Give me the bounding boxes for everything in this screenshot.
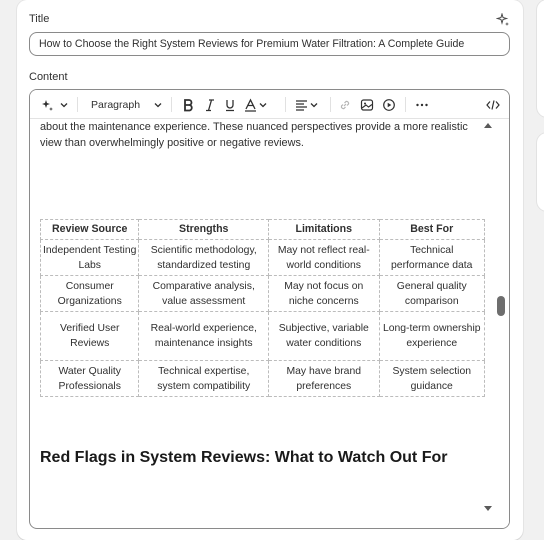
bold-button[interactable]	[182, 96, 194, 113]
toolbar-divider	[171, 97, 172, 112]
table-header-cell: Review Source	[39, 219, 140, 240]
editor-content[interactable]: about the maintenance experience. These …	[30, 119, 498, 528]
link-button[interactable]	[338, 96, 352, 113]
align-icon	[296, 99, 307, 111]
toolbar-divider	[405, 97, 406, 112]
table-header-cell: Strengths	[138, 219, 270, 240]
title-input[interactable]: How to Choose the Right System Reviews f…	[29, 32, 510, 56]
link-icon	[340, 100, 350, 109]
table-cell: Real-world experience, maintenance insig…	[138, 311, 270, 361]
italic-button[interactable]	[204, 96, 216, 113]
paragraph-style-label: Paragraph	[91, 98, 141, 111]
text-color-button[interactable]	[244, 96, 268, 113]
rich-text-editor[interactable]: Paragraph about the maintenance experien…	[29, 89, 510, 529]
toolbar-divider	[330, 97, 331, 112]
image-icon	[360, 98, 374, 111]
chevron-down-icon	[154, 102, 162, 107]
table-header-cell: Best For	[378, 219, 485, 240]
table-header-cell: Limitations	[268, 219, 380, 240]
more-icon	[416, 103, 428, 106]
ai-assist-menu[interactable]	[40, 96, 69, 113]
table-row: Water Quality Professionals Technical ex…	[39, 360, 485, 397]
scrollbar-thumb[interactable]	[497, 296, 505, 316]
section-heading: Red Flags in System Reviews: What to Wat…	[40, 449, 448, 466]
table-cell: System selection guidance	[378, 360, 485, 397]
editor-toolbar: Paragraph	[30, 90, 509, 119]
table-cell: Comparative analysis, value assessment	[138, 275, 270, 312]
table-cell: Technical expertise, system compatibilit…	[138, 360, 270, 397]
chevron-down-icon	[310, 102, 318, 107]
toolbar-divider	[77, 97, 78, 112]
table-cell: General quality comparison	[378, 275, 485, 312]
italic-icon	[206, 98, 214, 111]
code-icon	[486, 99, 500, 110]
table-row: Verified User Reviews Real-world experie…	[39, 311, 485, 361]
table-cell: Technical performance data	[378, 239, 485, 276]
align-menu[interactable]	[295, 96, 319, 113]
review-sources-table: Review Source Strengths Limitations Best…	[39, 219, 485, 397]
ai-sparkle-icon[interactable]	[496, 13, 510, 27]
table-cell: Long-term ownership experience	[378, 311, 485, 361]
side-panel-card	[537, 133, 544, 211]
video-icon	[383, 98, 395, 111]
underline-icon	[226, 99, 234, 111]
table-row: Independent Testing Labs Scientific meth…	[39, 239, 485, 276]
video-button[interactable]	[382, 96, 396, 113]
toolbar-divider	[285, 97, 286, 112]
table-cell: Independent Testing Labs	[39, 239, 140, 276]
title-label: Title	[29, 13, 50, 25]
scroll-up-arrow-icon[interactable]	[484, 123, 492, 128]
table-row: Consumer Organizations Comparative analy…	[39, 275, 485, 312]
table-cell: May not reflect real-world conditions	[268, 239, 380, 276]
image-button[interactable]	[360, 96, 374, 113]
underline-button[interactable]	[224, 96, 236, 113]
editor-scrollbar[interactable]	[498, 119, 509, 528]
post-editor-card: Title How to Choose the Right System Rev…	[17, 0, 523, 540]
bold-icon	[184, 98, 193, 111]
chevron-down-icon	[259, 102, 267, 107]
table-cell: Scientific methodology, standardized tes…	[138, 239, 270, 276]
sparkle-icon	[42, 99, 53, 111]
table-cell: May not focus on niche concerns	[268, 275, 380, 312]
chevron-down-icon	[60, 102, 68, 107]
table-header-row: Review Source Strengths Limitations Best…	[39, 219, 485, 240]
table-cell: May have brand preferences	[268, 360, 380, 397]
text-color-icon	[245, 98, 256, 112]
paragraph-style-select[interactable]: Paragraph	[91, 96, 163, 113]
table-cell: Subjective, variable water conditions	[268, 311, 380, 361]
scroll-down-arrow-icon[interactable]	[484, 506, 492, 511]
body-paragraph: about the maintenance experience. These …	[40, 121, 468, 149]
more-button[interactable]	[415, 96, 429, 113]
table-cell: Verified User Reviews	[39, 311, 140, 361]
content-label: Content	[29, 71, 68, 83]
code-view-button[interactable]	[486, 96, 500, 113]
table-cell: Water Quality Professionals	[39, 360, 140, 397]
table-cell: Consumer Organizations	[39, 275, 140, 312]
side-panel-card	[537, 0, 544, 117]
